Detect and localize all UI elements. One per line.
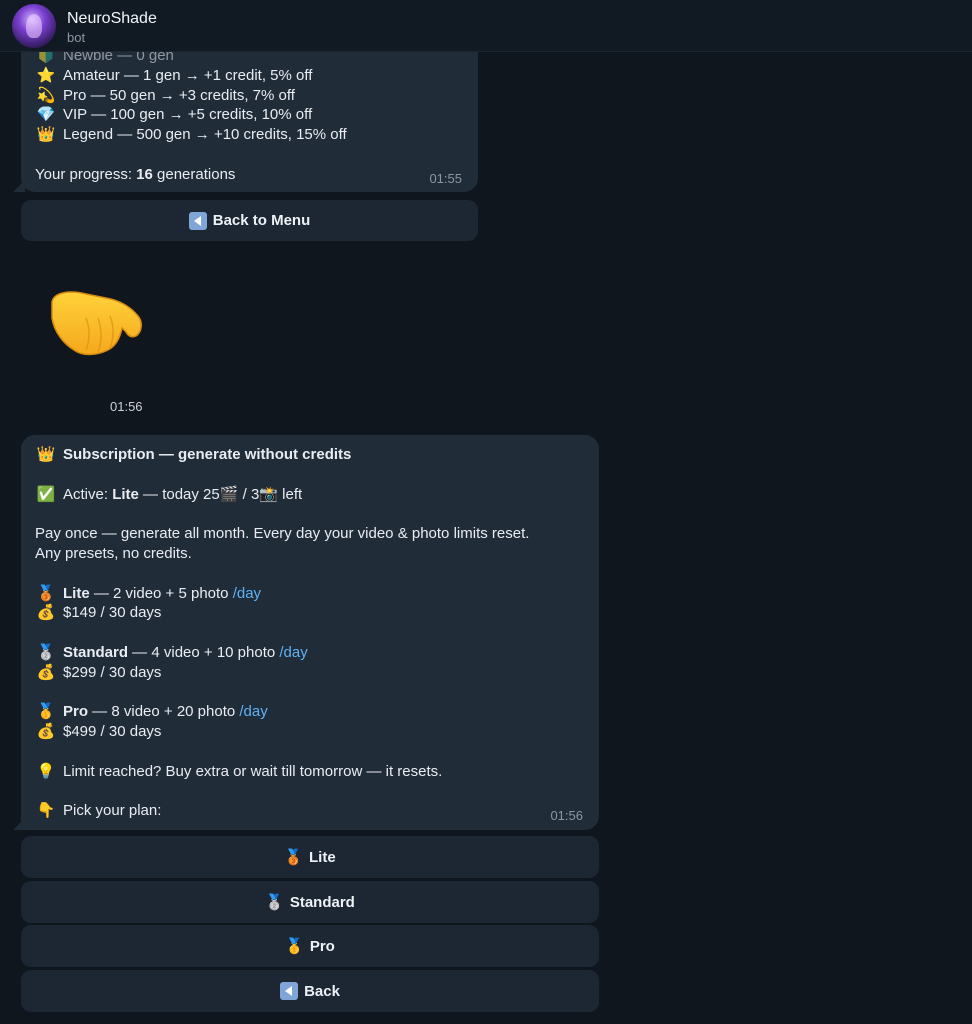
message-time: 01:56 xyxy=(550,808,583,823)
silver-medal-icon: 🥈 xyxy=(265,894,284,911)
day-command-link[interactable]: /day xyxy=(233,584,261,604)
info-line-1: Pay once — generate all month. Every day… xyxy=(35,525,530,543)
day-command-link[interactable]: /day xyxy=(239,702,267,722)
bronze-medal-icon: 🥉 xyxy=(36,584,56,602)
tip-line: 💡 Limit reached? Buy extra or wait till t… xyxy=(35,762,529,782)
progress-label: Your progress: xyxy=(35,165,137,183)
active-plan-line: ✅ Active: Lite — today 25 🎬 / 3 📸 left xyxy=(35,485,529,505)
active-today-text: — today 25 xyxy=(138,485,220,503)
back-button[interactable]: Back xyxy=(21,970,599,1012)
bubble-tail xyxy=(13,180,25,192)
chat-title: NeuroShade xyxy=(67,10,157,27)
camera-icon: 📸 xyxy=(259,485,278,503)
plan-desc: — 4 video + 10 photo xyxy=(128,643,280,661)
level-text: VIP — 100 gen → +5 credits, 10% off xyxy=(63,106,313,124)
lite-plan-button[interactable]: 🥉 Lite xyxy=(21,836,599,878)
plan-price: $149 / 30 days xyxy=(63,604,162,622)
pick-line: 👇 Pick your plan: xyxy=(35,801,529,821)
diamond-icon: 💎 xyxy=(36,106,56,124)
sparkle-icon: 💫 xyxy=(36,86,56,104)
plan-price-line: 💰 $499 / 30 days xyxy=(35,722,529,742)
bronze-medal-icon: 🥉 xyxy=(284,849,303,866)
pro-plan-label: Pro xyxy=(309,937,335,955)
plan-name: Lite xyxy=(63,584,90,602)
crown-icon: 👑 xyxy=(36,126,56,144)
level-line: ⭐ Amateur — 1 gen → +1 credit, 5% off xyxy=(35,66,347,86)
plan-price: $299 / 30 days xyxy=(63,663,162,681)
subscription-message: 👑 Subscription — generate without credits… xyxy=(21,435,599,830)
subscription-title: Subscription — generate without credits xyxy=(63,446,352,463)
plan-desc: — 8 video + 20 photo xyxy=(88,703,240,721)
back-arrow-icon xyxy=(280,982,299,1000)
message-time: 01:55 xyxy=(429,171,462,186)
crown-icon: 👑 xyxy=(36,446,56,463)
standard-plan-label: Standard xyxy=(289,893,355,911)
chat-header[interactable]: NeuroShade bot xyxy=(0,0,972,52)
plan-price: $499 / 30 days xyxy=(63,723,162,741)
level-text: Pro — 50 gen → +3 credits, 7% off xyxy=(63,86,295,104)
pointing-down-icon: 👇 xyxy=(36,802,56,820)
star-icon: ⭐ xyxy=(36,66,56,84)
active-label: Active: xyxy=(63,485,113,503)
level-line: 💎 VIP — 100 gen → +5 credits, 10% off xyxy=(35,105,347,125)
pro-plan-button[interactable]: 🥇 Pro xyxy=(21,925,599,967)
levels-message: 🔰 Newbie — 0 gen ⭐ Amateur — 1 gen → +1 cr… xyxy=(21,40,478,192)
chat-subtitle: bot xyxy=(67,30,86,45)
pointing-down-hand-icon xyxy=(51,291,142,356)
plan-desc: — 2 video + 5 photo xyxy=(89,584,233,602)
money-bag-icon: 💰 xyxy=(36,663,56,681)
money-bag-icon: 💰 xyxy=(36,604,56,622)
level-text: Legend — 500 gen → +10 credits, 15% off xyxy=(63,126,347,144)
back-arrow-icon xyxy=(188,211,207,230)
active-plan-name: Lite xyxy=(112,485,139,503)
gold-medal-icon: 🥇 xyxy=(36,703,56,721)
plan-price-line: 💰 $299 / 30 days xyxy=(35,663,529,683)
lightbulb-icon: 💡 xyxy=(36,762,56,780)
progress-value: 16 xyxy=(136,165,153,183)
tip-text: Limit reached? Buy extra or wait till to… xyxy=(63,762,443,780)
bot-avatar[interactable] xyxy=(12,4,56,48)
sticker-time: 01:56 xyxy=(110,399,143,414)
pick-text: Pick your plan: xyxy=(63,802,162,820)
plan-price-line: 💰 $149 / 30 days xyxy=(35,603,529,623)
active-separator: / 3 xyxy=(238,485,260,503)
lite-plan-label: Lite xyxy=(309,848,336,866)
info-line-2: Any presets, no credits. xyxy=(35,544,192,562)
subscription-header: 👑 Subscription — generate without credits xyxy=(35,445,529,465)
gold-medal-icon: 🥇 xyxy=(285,938,304,955)
pointing-hand-sticker[interactable] xyxy=(46,288,146,360)
standard-plan-button[interactable]: 🥈 Standard xyxy=(21,881,599,923)
active-left-text: left xyxy=(277,485,303,503)
plan-line: 🥇 Pro — 8 video + 20 photo /day xyxy=(35,702,529,722)
progress-suffix: generations xyxy=(152,165,236,183)
video-icon: 🎬 xyxy=(219,485,239,503)
progress-line: Your progress: 16 generations xyxy=(35,165,347,185)
plan-name: Pro xyxy=(63,703,89,721)
silver-medal-icon: 🥈 xyxy=(36,643,56,661)
back-label: Back xyxy=(304,982,340,1000)
check-icon: ✅ xyxy=(36,485,56,503)
level-line: 👑 Legend — 500 gen → +10 credits, 15% off xyxy=(35,125,347,145)
back-to-menu-button[interactable]: Back to Menu xyxy=(21,200,478,241)
plan-line: 🥉 Lite — 2 video + 5 photo /day xyxy=(35,584,529,604)
back-to-menu-label: Back to Menu xyxy=(212,212,311,229)
money-bag-icon: 💰 xyxy=(36,723,56,741)
level-text: Amateur — 1 gen → +1 credit, 5% off xyxy=(63,66,313,84)
plan-line: 🥈 Standard — 4 video + 10 photo /day xyxy=(35,643,529,663)
level-line: 💫 Pro — 50 gen → +3 credits, 7% off xyxy=(35,86,347,106)
day-command-link[interactable]: /day xyxy=(279,643,307,663)
plan-name: Standard xyxy=(63,643,129,661)
